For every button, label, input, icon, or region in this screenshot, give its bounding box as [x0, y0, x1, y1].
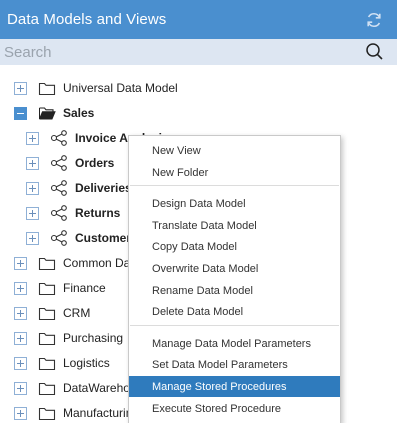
expand-icon[interactable] — [14, 356, 27, 370]
data-model-icon — [39, 155, 68, 171]
menu-item-execute-stored-procedure[interactable]: Execute Stored Procedure — [129, 398, 340, 419]
data-model-icon — [39, 180, 68, 196]
tree-item[interactable]: Sales — [14, 101, 94, 125]
menu-item-translate-data-model[interactable]: Translate Data Model — [129, 215, 340, 236]
menu-item-new-folder[interactable]: New Folder — [129, 162, 340, 183]
expand-icon[interactable] — [14, 81, 27, 95]
panel-title: Data Models and Views — [7, 11, 167, 28]
menu-item-copy-data-model[interactable]: Copy Data Model — [129, 236, 340, 257]
collapse-icon[interactable] — [14, 106, 27, 120]
tree-item[interactable]: Common Data — [14, 251, 140, 275]
tree-item-label: Purchasing — [63, 331, 124, 345]
search-icon[interactable] — [365, 42, 385, 62]
tree-item-label: Orders — [75, 156, 115, 170]
tree-item[interactable]: Purchasing — [14, 326, 123, 350]
search-bar — [0, 39, 397, 65]
expand-icon[interactable] — [14, 331, 27, 345]
menu-item-delete-data-model[interactable]: Delete Data Model — [129, 301, 340, 322]
tree-item-label: CRM — [63, 306, 91, 320]
tree-item-label: Universal Data Model — [63, 81, 178, 95]
folder-icon — [27, 405, 56, 421]
tree-item-label: Returns — [75, 206, 121, 220]
folder-icon — [27, 330, 56, 346]
expand-icon[interactable] — [14, 281, 27, 295]
expand-icon[interactable] — [14, 406, 27, 420]
tree-item[interactable]: CRM — [14, 301, 90, 325]
menu-item-rename-data-model[interactable]: Rename Data Model — [129, 280, 340, 301]
expand-icon[interactable] — [26, 131, 39, 145]
expand-icon[interactable] — [14, 381, 27, 395]
menu-item-overwrite-data-model[interactable]: Overwrite Data Model — [129, 258, 340, 279]
data-model-icon — [39, 230, 68, 246]
folder-icon — [27, 380, 56, 396]
folder-icon — [27, 305, 56, 321]
menu-item-new-view[interactable]: New View — [129, 140, 340, 161]
expand-icon[interactable] — [26, 181, 39, 195]
data-model-icon — [39, 130, 68, 146]
expand-icon[interactable] — [14, 256, 27, 270]
menu-item-manage-stored-procedures[interactable]: Manage Stored Procedures — [129, 376, 340, 397]
tree-item[interactable]: Returns — [26, 201, 120, 225]
tree-item[interactable]: Orders — [26, 151, 114, 175]
tree-item-label: Finance — [63, 281, 106, 295]
menu-item-manage-data-model-parameters[interactable]: Manage Data Model Parameters — [129, 333, 340, 354]
expand-icon[interactable] — [26, 231, 39, 245]
context-menu: New View New Folder Design Data Model Trans… — [128, 135, 341, 423]
tree-item[interactable]: Logistics — [14, 351, 110, 375]
refresh-icon[interactable] — [365, 11, 383, 29]
folder-icon — [27, 255, 56, 271]
data-model-icon — [39, 205, 68, 221]
menu-separator — [130, 325, 339, 326]
menu-item-design-data-model[interactable]: Design Data Model — [129, 193, 340, 214]
folder-icon — [27, 355, 56, 371]
folder-icon — [27, 80, 56, 96]
expand-icon[interactable] — [14, 306, 27, 320]
expand-icon[interactable] — [26, 156, 39, 170]
expand-icon[interactable] — [26, 206, 39, 220]
menu-separator — [130, 185, 339, 186]
tree-item-label: Logistics — [63, 356, 110, 370]
tree-item-label: Deliveries — [75, 181, 132, 195]
folder-open-icon — [27, 105, 56, 121]
tree-item[interactable]: Finance — [14, 276, 106, 300]
menu-item-set-data-model-parameters[interactable]: Set Data Model Parameters — [129, 354, 340, 375]
search-input[interactable] — [4, 43, 304, 61]
tree-item[interactable]: Deliveries — [26, 176, 132, 200]
tree-item[interactable]: Manufacturing — [14, 401, 139, 423]
tree-item[interactable]: Universal Data Model — [14, 76, 178, 100]
folder-icon — [27, 280, 56, 296]
panel-header: Data Models and Views — [0, 0, 397, 39]
tree-item-label: Sales — [63, 106, 95, 120]
